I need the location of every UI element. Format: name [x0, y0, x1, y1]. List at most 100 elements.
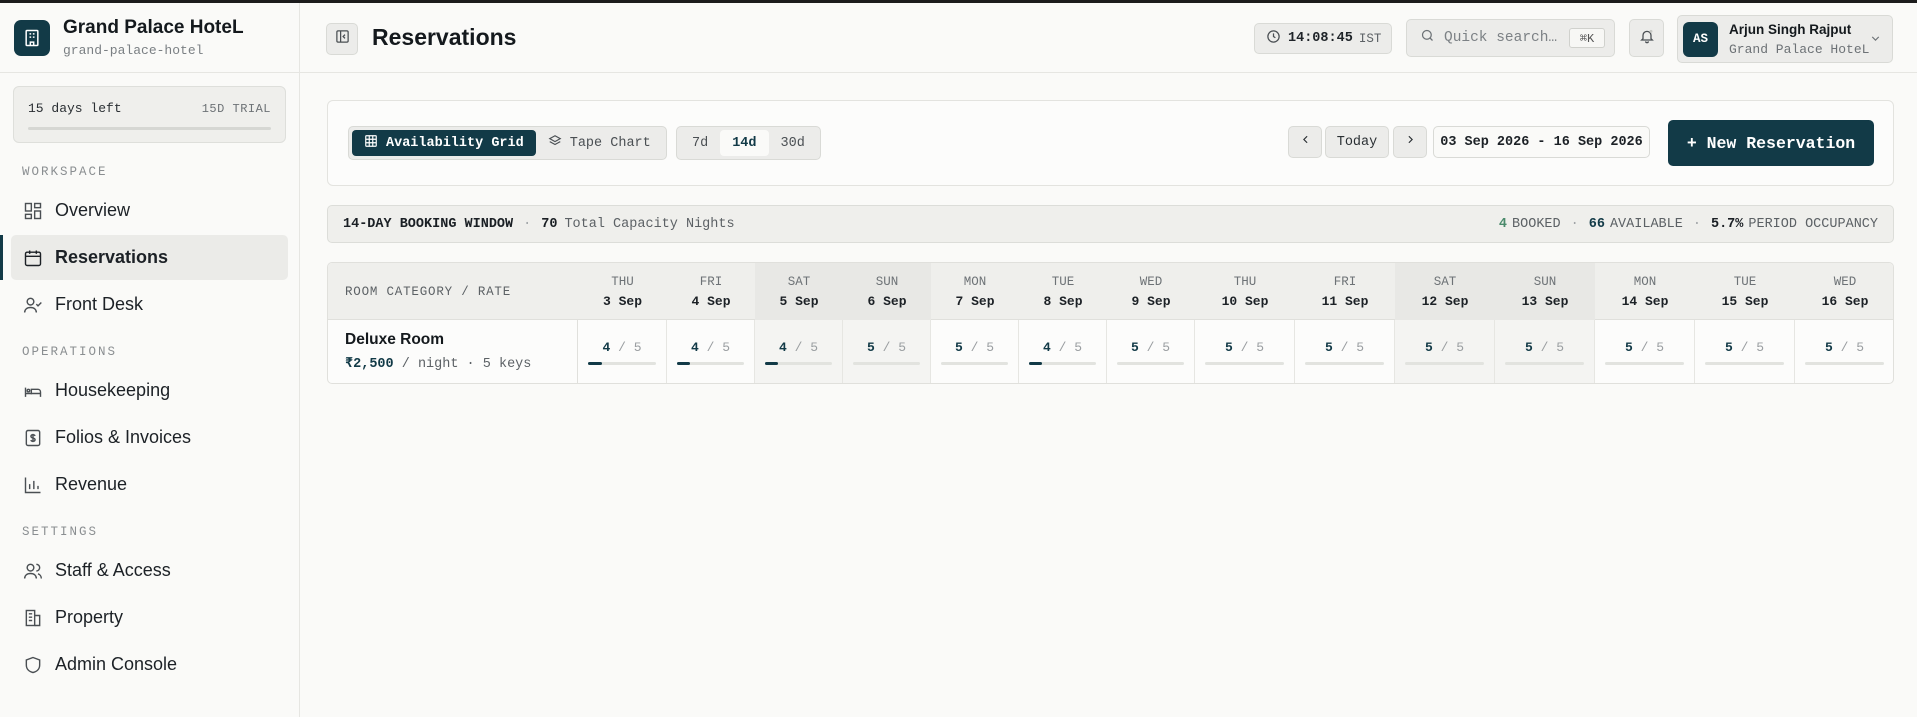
availability-count: 4 / 5	[778, 340, 819, 355]
room-category-header: ROOM CATEGORY / RATE	[345, 285, 512, 299]
search-icon	[1420, 28, 1435, 48]
availability-cell[interactable]: 4 / 5	[578, 320, 667, 383]
day-of-week: SUN	[875, 275, 899, 289]
booked-value: 4	[1498, 216, 1508, 232]
availability-cell[interactable]: 4 / 5	[1019, 320, 1107, 383]
availability-cell[interactable]: 5 / 5	[1395, 320, 1495, 383]
reservations-toolbar: Availability Grid Tape Chart 7d 14d 30d …	[327, 100, 1894, 186]
separator-dot: ·	[1570, 216, 1579, 232]
range-30d-button[interactable]: 30d	[769, 130, 817, 156]
trial-banner[interactable]: 15 days left 15D TRIAL	[13, 86, 286, 143]
occupancy-bar	[1405, 362, 1484, 365]
occupancy-bar-fill	[1029, 362, 1043, 365]
booking-window-label: 14-DAY BOOKING WINDOW	[343, 216, 514, 232]
range-7d-button[interactable]: 7d	[680, 130, 720, 156]
available-rooms: 4	[690, 340, 699, 355]
room-category-cell[interactable]: Deluxe Room ₹2,500 / night · 5 keys	[328, 320, 578, 383]
capacity-value: 70	[541, 216, 558, 232]
available-rooms: 5	[1724, 340, 1733, 355]
day-column-header: MON 14 Sep	[1595, 263, 1695, 320]
day-column-header: FRI 4 Sep	[667, 263, 755, 320]
brand-header[interactable]: Grand Palace HoteL grand-palace-hotel	[0, 3, 299, 73]
layers-icon	[548, 134, 570, 153]
new-reservation-button[interactable]: + New Reservation	[1668, 120, 1874, 166]
day-column-header: SAT 5 Sep	[755, 263, 843, 320]
day-date: 3 Sep	[602, 294, 642, 309]
sidebar-item-reservations[interactable]: Reservations	[0, 235, 288, 280]
availability-cell[interactable]: 5 / 5	[1107, 320, 1195, 383]
available-rooms: 4	[1042, 340, 1051, 355]
sidebar-item-label: Housekeeping	[55, 380, 171, 400]
user-menu[interactable]: AS Arjun Singh Rajput Grand Palace HoteL	[1677, 15, 1893, 63]
page-title: Reservations	[372, 24, 517, 50]
separator-dot: ·	[1692, 216, 1701, 232]
sidebar-item-admin-console[interactable]: Admin Console	[11, 642, 288, 687]
availability-cell[interactable]: 5 / 5	[1595, 320, 1695, 383]
view-switcher: Availability Grid Tape Chart	[348, 126, 667, 160]
day-of-week: TUE	[1733, 275, 1757, 289]
sidebar-item-folios-invoices[interactable]: Folios & Invoices	[11, 415, 288, 460]
quick-search-input[interactable]: Quick search… ⌘K	[1406, 19, 1615, 57]
occupancy-bar	[941, 362, 1008, 365]
sidebar-item-overview[interactable]: Overview	[11, 188, 288, 233]
sidebar-item-front-desk[interactable]: Front Desk	[11, 282, 288, 327]
day-of-week: FRI	[699, 275, 723, 289]
availability-cell[interactable]: 5 / 5	[1795, 320, 1893, 383]
bar-chart-icon	[22, 474, 44, 496]
next-period-button[interactable]	[1393, 126, 1427, 158]
available-rooms: 5	[1324, 340, 1333, 355]
day-column-header: MON 7 Sep	[931, 263, 1019, 320]
notifications-button[interactable]	[1629, 19, 1664, 57]
availability-cell[interactable]: 5 / 5	[1195, 320, 1295, 383]
clock-time: 14:08:45	[1288, 31, 1353, 46]
grid-icon	[22, 200, 44, 222]
day-date: 15 Sep	[1721, 294, 1769, 309]
today-button[interactable]: Today	[1325, 126, 1389, 158]
day-column-header: THU 10 Sep	[1195, 263, 1295, 320]
user-name: Arjun Singh Rajput	[1729, 21, 1852, 37]
occupancy-bar	[1305, 362, 1384, 365]
availability-cell[interactable]: 5 / 5	[843, 320, 931, 383]
sidebar-item-staff-access[interactable]: Staff & Access	[11, 548, 288, 593]
total-rooms: 5	[1256, 340, 1265, 355]
bed-icon	[22, 380, 44, 402]
section-workspace: WORKSPACE	[22, 165, 108, 179]
users-icon	[22, 560, 44, 582]
availability-cell[interactable]: 4 / 5	[755, 320, 843, 383]
availability-count: 5 / 5	[1224, 340, 1265, 355]
chevron-right-icon	[1404, 133, 1417, 151]
tab-availability-grid[interactable]: Availability Grid	[352, 130, 536, 156]
sidebar-item-label: Front Desk	[55, 294, 144, 314]
section-settings: SETTINGS	[22, 525, 99, 539]
available-rooms: 5	[1524, 340, 1533, 355]
day-of-week: THU	[611, 275, 634, 289]
occupancy-value: 5.7%	[1710, 216, 1744, 232]
occupancy-bar	[765, 362, 832, 365]
date-range-picker[interactable]: 03 Sep 2026 - 16 Sep 2026	[1433, 126, 1650, 158]
tab-tape-chart[interactable]: Tape Chart	[536, 130, 663, 156]
total-rooms: 5	[1656, 340, 1665, 355]
availability-cell[interactable]: 5 / 5	[1495, 320, 1595, 383]
prev-period-button[interactable]	[1288, 126, 1322, 158]
sidebar-item-property[interactable]: Property	[11, 595, 288, 640]
sidebar-toggle-button[interactable]	[326, 23, 358, 55]
sidebar-item-revenue[interactable]: Revenue	[11, 462, 288, 507]
availability-count: 5 / 5	[1824, 340, 1865, 355]
day-date: 8 Sep	[1043, 294, 1083, 309]
range-14d-button[interactable]: 14d	[720, 130, 769, 156]
clock-timezone: IST	[1358, 31, 1382, 46]
sidebar-item-housekeeping[interactable]: Housekeeping	[11, 368, 288, 413]
day-of-week: SUN	[1533, 275, 1557, 289]
available-label: AVAILABLE	[1609, 216, 1683, 232]
availability-cell[interactable]: 4 / 5	[667, 320, 755, 383]
total-rooms: 5	[1856, 340, 1865, 355]
availability-cell[interactable]: 5 / 5	[1695, 320, 1795, 383]
total-rooms: 5	[722, 340, 731, 355]
availability-cell[interactable]: 5 / 5	[1295, 320, 1395, 383]
range-switcher: 7d 14d 30d	[676, 126, 821, 160]
sidebar-item-label: Admin Console	[55, 654, 178, 674]
invoice-icon	[22, 427, 44, 449]
day-column-header: SAT 12 Sep	[1395, 263, 1495, 320]
day-of-week: FRI	[1333, 275, 1357, 289]
availability-cell[interactable]: 5 / 5	[931, 320, 1019, 383]
